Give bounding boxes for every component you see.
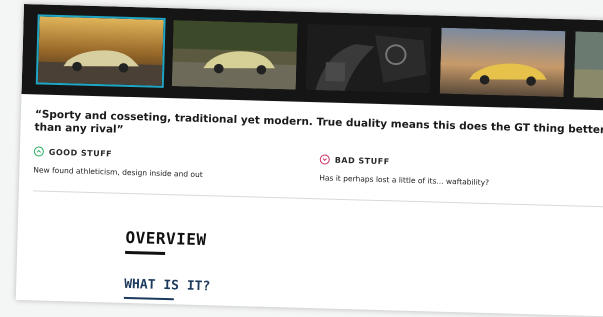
gallery-thumbnail-5[interactable] bbox=[572, 29, 603, 103]
gallery-thumbnail-4[interactable] bbox=[438, 26, 568, 100]
car-photo-icon bbox=[573, 31, 603, 101]
good-stuff-section: GOOD STUFF New found athleticism, design… bbox=[33, 146, 203, 179]
car-photo-icon bbox=[171, 20, 298, 90]
divider bbox=[32, 190, 603, 208]
bad-stuff-heading-row: BAD STUFF bbox=[319, 154, 490, 169]
good-stuff-heading-row: GOOD STUFF bbox=[33, 146, 204, 161]
car-photo-icon bbox=[439, 27, 566, 98]
bad-stuff-section: BAD STUFF Has it perhaps lost a little o… bbox=[319, 154, 490, 187]
image-gallery bbox=[21, 4, 603, 111]
good-stuff-text: New found athleticism, design inside and… bbox=[33, 165, 203, 180]
overview-heading: OVERVIEW bbox=[125, 227, 207, 250]
bad-stuff-heading: BAD STUFF bbox=[334, 155, 390, 166]
gallery-thumbnail-2[interactable] bbox=[170, 18, 300, 92]
car-photo-icon bbox=[37, 16, 164, 86]
review-card: “Sporty and cosseting, traditional yet m… bbox=[15, 4, 603, 317]
page: “Sporty and cosseting, traditional yet m… bbox=[0, 0, 603, 317]
overview-underline bbox=[125, 250, 166, 256]
good-stuff-heading: GOOD STUFF bbox=[48, 147, 113, 159]
what-is-it-heading[interactable]: WHAT IS IT? bbox=[124, 277, 210, 294]
bad-stuff-text: Has it perhaps lost a little of its... w… bbox=[319, 173, 490, 188]
review-quote: “Sporty and cosseting, traditional yet m… bbox=[34, 108, 603, 137]
gallery-thumbnail-1[interactable] bbox=[35, 14, 166, 88]
gallery-thumbnail-3[interactable] bbox=[304, 22, 434, 96]
interior-photo-icon bbox=[305, 23, 432, 94]
what-is-it-underline bbox=[123, 296, 174, 301]
chevron-up-circle-icon bbox=[33, 146, 45, 157]
chevron-down-circle-icon bbox=[319, 154, 330, 165]
